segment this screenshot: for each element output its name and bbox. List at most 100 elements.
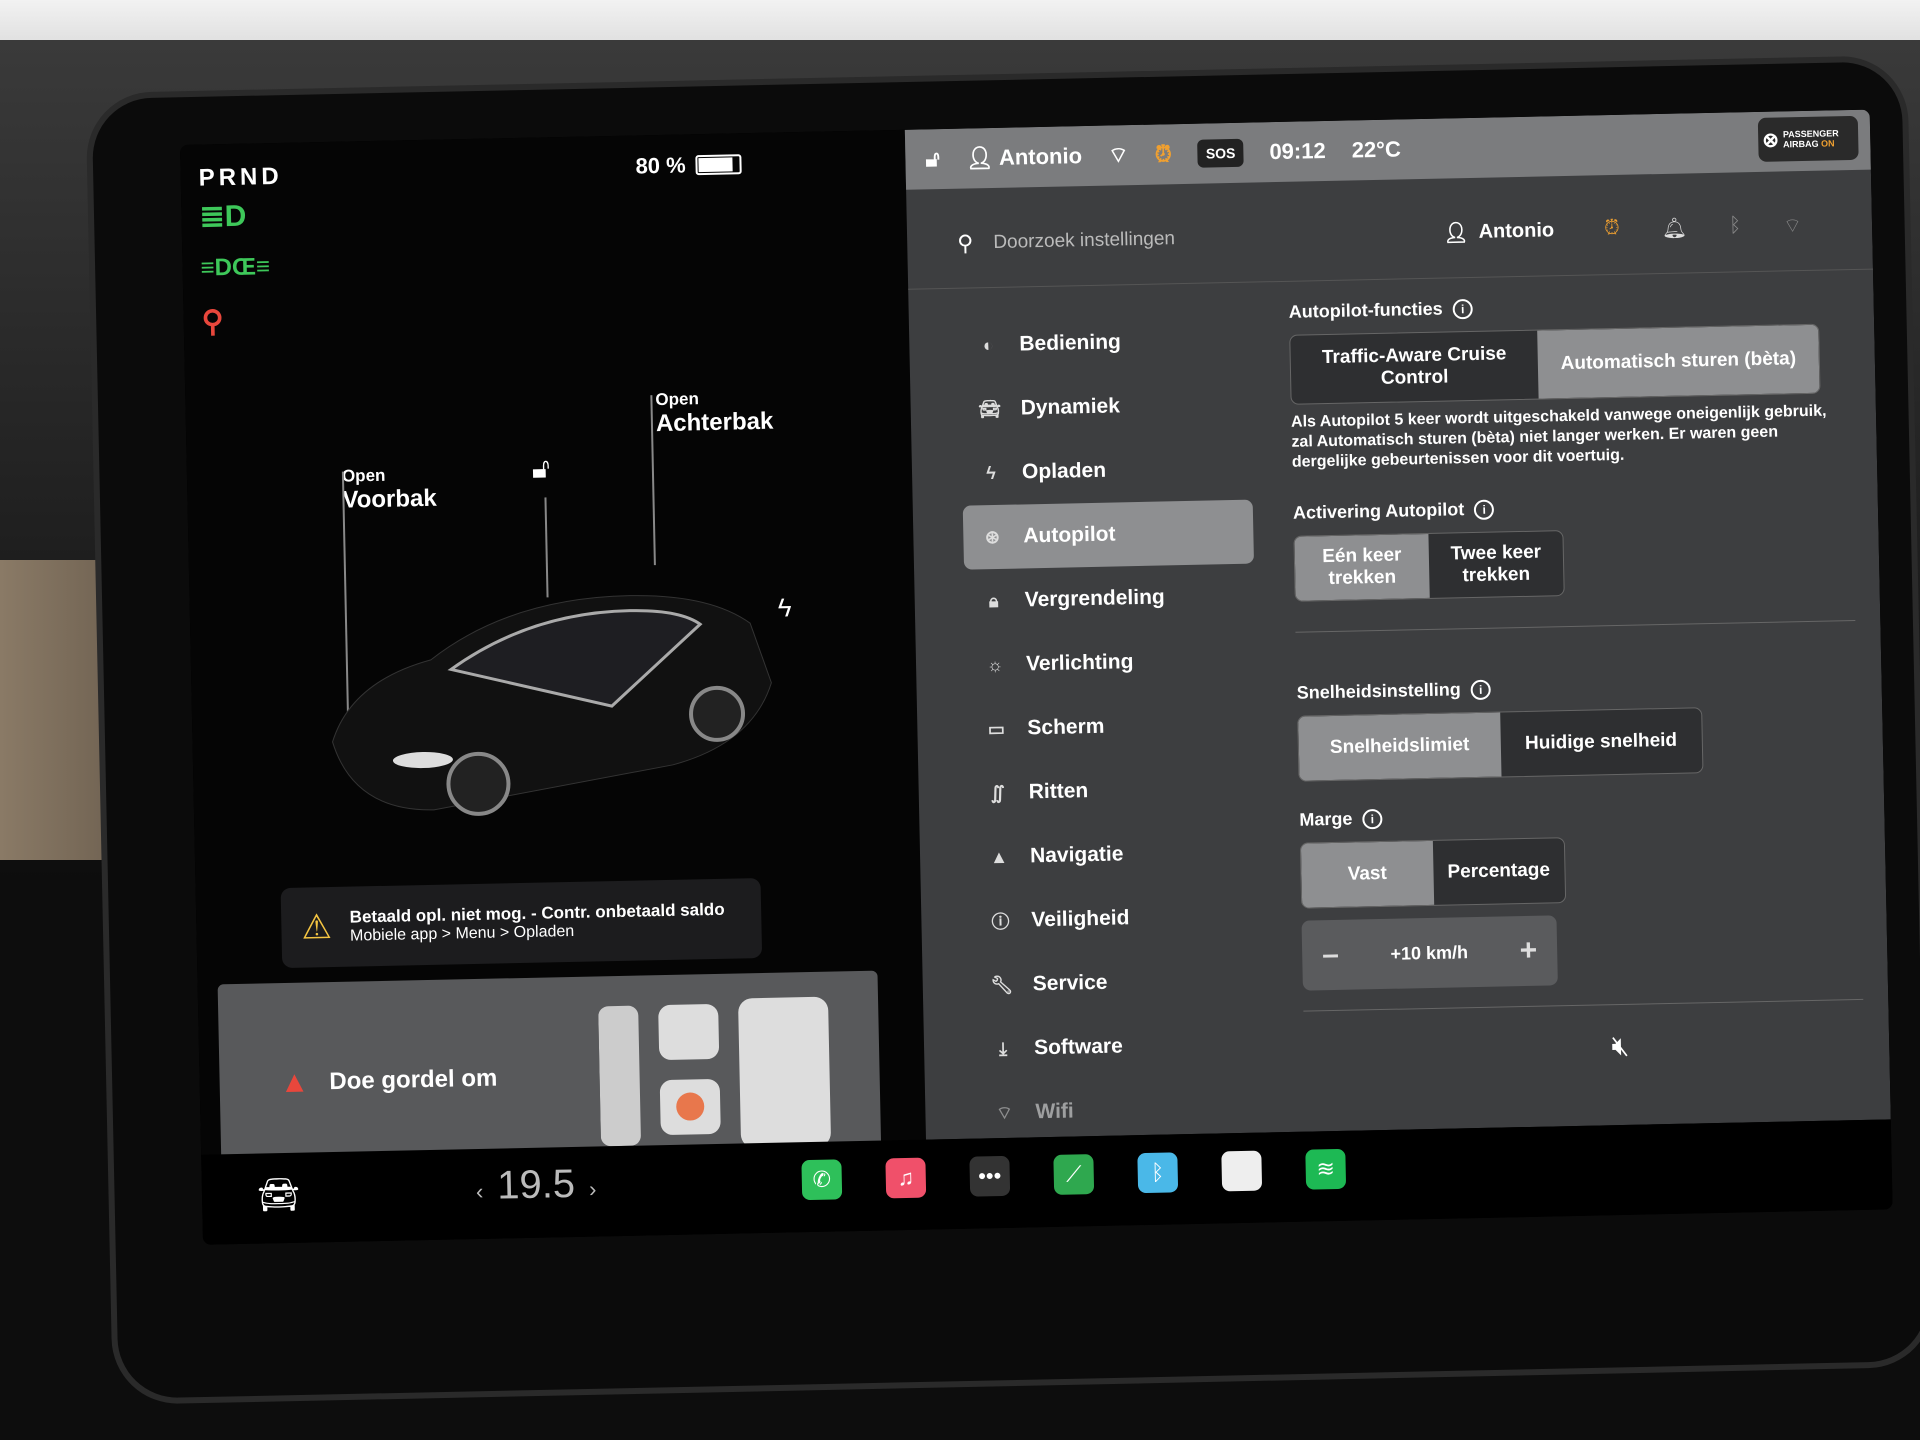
section-title: Marge <box>1299 808 1353 830</box>
frunk-state: Open <box>341 465 386 486</box>
airbag-line2: AIRBAG <box>1783 138 1819 150</box>
settings-header: ⚲ Doorzoek instellingen 👤︎ Antonio ⏰︎ 🔔︎… <box>906 179 1873 290</box>
seat-map-icon <box>598 996 831 1149</box>
divider <box>1303 998 1864 1012</box>
notes-app-icon[interactable] <box>1221 1150 1263 1192</box>
mute-icon[interactable]: 🔇︎ <box>1611 1030 1629 1063</box>
menu-item-vergrendeling[interactable]: 🔒︎ Vergrendeling <box>964 564 1255 634</box>
bluetooth-app-icon[interactable]: ᛒ <box>1137 1152 1179 1194</box>
menu-item-label: Software <box>1033 1034 1124 1060</box>
alarm-icon[interactable]: ⏰︎ <box>1604 217 1620 242</box>
menu-item-label: Navigatie <box>1029 842 1124 868</box>
menu-item-label: Autopilot <box>1023 522 1116 548</box>
option-double-pull[interactable]: Twee keer trekken <box>1428 531 1563 598</box>
divider <box>1295 620 1856 633</box>
option-current-speed[interactable]: Huidige snelheid <box>1500 708 1703 776</box>
bluetooth-icon[interactable]: ᛒ <box>1729 214 1742 239</box>
music-app-icon[interactable]: ♫ <box>885 1157 927 1199</box>
section-title: Snelheidsinstelling <box>1296 679 1461 703</box>
header-profile-name: Antonio <box>1478 219 1555 243</box>
menu-item-opladen[interactable]: ϟ Opladen <box>961 436 1252 506</box>
info-icon[interactable]: i <box>1362 808 1383 829</box>
alarm-icon[interactable]: ⏰︎ <box>1154 141 1172 167</box>
trunk-callout[interactable]: Open Achterbak <box>655 388 773 438</box>
airbag-icon: ⊗ <box>1762 129 1780 152</box>
sos-button[interactable]: SOS <box>1197 138 1244 168</box>
option-autosteer[interactable]: Automatisch sturen (bèta) <box>1537 324 1820 399</box>
touchscreen: PRND 80 % ≣D ≡DŒ≡ ⚲ Open Voorbak Open Ac… <box>180 109 1893 1245</box>
cabin-temperature[interactable]: 19.5 <box>497 1162 576 1208</box>
option-single-pull[interactable]: Eén keer trekken <box>1294 533 1430 601</box>
option-tacc[interactable]: Traffic-Aware Cruise Control <box>1290 331 1538 404</box>
menu-item-veiligheid[interactable]: ⓘ Veiligheid <box>971 884 1262 954</box>
frunk-label: Voorbak <box>342 484 437 514</box>
profile-name: Antonio <box>998 143 1083 170</box>
battery-status: 80 % <box>635 151 742 179</box>
temp-up-button[interactable]: › <box>589 1177 597 1202</box>
margin-stepper: – +10 km/h + <box>1301 915 1558 991</box>
app-launcher: ✆ ♫ ••• ⟋ ᛒ ≋ <box>801 1148 1347 1201</box>
unlock-status-icon[interactable]: 🔓︎ <box>925 146 940 172</box>
menu-item-bediening[interactable]: ◐ Bediening <box>959 308 1250 378</box>
menu-item-label: Ritten <box>1028 779 1089 804</box>
car-model-image <box>332 595 772 816</box>
wifi-icon: ⌔ <box>1107 142 1129 168</box>
more-app-icon[interactable]: ••• <box>969 1155 1011 1197</box>
passenger-airbag-status: ⊗ PASSENGER AIRBAG ON <box>1757 115 1859 162</box>
wifi-icon[interactable]: ⌔ <box>1783 213 1802 238</box>
info-icon[interactable]: i <box>1452 298 1473 319</box>
margin-selector: Vast Percentage <box>1299 837 1567 909</box>
steering-wheel-icon: ⊛ <box>984 526 1001 547</box>
menu-item-software[interactable]: ⤓ Software <box>973 1012 1264 1082</box>
search-icon[interactable]: ⚲ <box>957 230 974 256</box>
menu-item-verlichting[interactable]: ☼ Verlichting <box>965 628 1256 698</box>
battery-percent: 80 % <box>635 152 686 179</box>
profile-button[interactable]: 👤︎ Antonio <box>965 143 1082 171</box>
option-percentage[interactable]: Percentage <box>1432 838 1565 905</box>
lightning-icon: ϟ <box>986 462 997 483</box>
menu-item-navigatie[interactable]: ▲ Navigatie <box>969 820 1260 890</box>
margin-value: +10 km/h <box>1390 941 1469 964</box>
energy-app-icon[interactable]: ⟋ <box>1053 1154 1095 1195</box>
warning-icon: ⚠ <box>301 907 333 947</box>
activation-selector: Eén keer trekken Twee keer trekken <box>1293 530 1565 602</box>
search-input[interactable]: Doorzoek instellingen <box>993 222 1423 253</box>
bell-icon[interactable]: 🔔︎ <box>1661 215 1688 241</box>
menu-item-label: Service <box>1032 970 1108 996</box>
frunk-callout[interactable]: Open Voorbak <box>342 465 437 515</box>
menu-item-scherm[interactable]: ▭ Scherm <box>967 692 1258 762</box>
battery-icon <box>695 154 742 176</box>
phone-app-icon[interactable]: ✆ <box>801 1159 843 1201</box>
autopilot-features-title: Autopilot-functies i <box>1289 290 1849 323</box>
unlock-icon[interactable]: 🔓︎ <box>532 452 551 485</box>
menu-item-dynamiek[interactable]: 🚘︎ Dynamiek <box>960 372 1251 442</box>
car-icon: 🚘︎ <box>978 398 1002 419</box>
increase-button[interactable]: + <box>1519 934 1537 968</box>
menu-item-label: Wifi <box>1035 1099 1074 1124</box>
settings-menu: ◐ Bediening 🚘︎ Dynamiek ϟ Opladen ⊛ Autopilot 🔒︎… <box>959 308 1266 1146</box>
gear-selector: PRND <box>198 162 283 192</box>
wifi-icon: ⌔ <box>995 1102 1014 1123</box>
lock-icon: 🔒︎ <box>988 590 999 611</box>
menu-item-ritten[interactable]: ∬ Ritten <box>968 756 1259 826</box>
option-fixed[interactable]: Vast <box>1300 840 1434 908</box>
header-profile[interactable]: 👤︎ Antonio <box>1443 218 1554 245</box>
wrench-icon: 🔧︎ <box>990 974 1014 995</box>
option-speed-limit[interactable]: Snelheidslimiet <box>1298 712 1502 781</box>
activation-title: Activering Autopilot i <box>1293 491 1853 524</box>
margin-title: Marge i <box>1299 798 1859 831</box>
info-icon[interactable]: i <box>1470 679 1491 700</box>
temp-down-button[interactable]: ‹ <box>476 1179 484 1204</box>
decrease-button[interactable]: – <box>1322 938 1339 972</box>
menu-item-autopilot[interactable]: ⊛ Autopilot <box>962 499 1255 570</box>
menu-item-service[interactable]: 🔧︎ Service <box>972 948 1263 1018</box>
airbag-state: ON <box>1821 138 1835 149</box>
spotify-app-icon[interactable]: ≋ <box>1305 1148 1347 1190</box>
trunk-label: Achterbak <box>655 407 774 438</box>
info-icon[interactable]: i <box>1474 499 1495 520</box>
speed-setting-selector: Snelheidslimiet Huidige snelheid <box>1297 707 1704 782</box>
car-icon[interactable]: 🚘︎ <box>257 1175 301 1216</box>
outside-temperature: 22°C <box>1351 136 1402 163</box>
charging-alert[interactable]: ⚠ Betaald opl. niet mog. - Contr. onbeta… <box>280 878 763 969</box>
menu-item-label: Scherm <box>1027 714 1105 740</box>
